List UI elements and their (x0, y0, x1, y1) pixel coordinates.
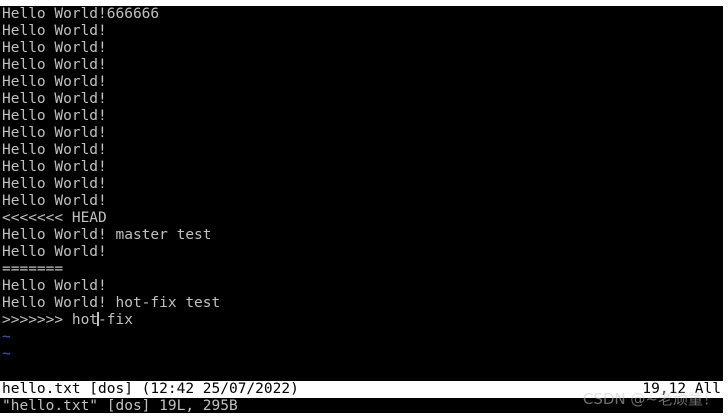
buffer-line-3: Hello World! (2, 40, 107, 56)
buffer-line-6: Hello World! (2, 91, 107, 107)
cursor-line-after: -fix (98, 312, 133, 328)
vim-command-line[interactable]: "hello.txt" [dos] 19L, 295B (2, 398, 238, 413)
buffer-line-18: Hello World! hot-fix test (2, 295, 221, 311)
buffer-line-17: Hello World! (2, 278, 107, 294)
buffer-line-1: Hello World!666666 (2, 6, 160, 22)
buffer-line-7: Hello World! (2, 108, 107, 124)
status-file-info: hello.txt [dos] (12:42 25/07/2022) (2, 381, 299, 397)
buffer-line-9: Hello World! (2, 142, 107, 158)
conflict-marker-head: <<<<<<< HEAD (2, 210, 107, 226)
buffer-line-5: Hello World! (2, 74, 107, 90)
empty-line-marker: ~ (2, 346, 11, 362)
buffer-line-15: Hello World! (2, 244, 107, 260)
csdn-watermark: CSDN @~老顽童！ (582, 390, 718, 408)
vim-text-buffer[interactable]: Hello World!666666 Hello World! Hello Wo… (2, 6, 721, 363)
vim-terminal-window[interactable]: Hello World!666666 Hello World! Hello Wo… (0, 6, 723, 413)
buffer-line-11: Hello World! (2, 176, 107, 192)
conflict-marker-hotfix: >>>>>>> hot-fix (2, 312, 721, 329)
buffer-line-14: Hello World! master test (2, 227, 212, 243)
buffer-line-2: Hello World! (2, 23, 107, 39)
conflict-separator: ======= (2, 261, 64, 277)
buffer-line-4: Hello World! (2, 57, 107, 73)
cursor-line-before: >>>>>>> hot (2, 312, 99, 328)
empty-line-marker: ~ (2, 329, 11, 345)
buffer-line-12: Hello World! (2, 193, 107, 209)
buffer-line-10: Hello World! (2, 159, 107, 175)
buffer-line-8: Hello World! (2, 125, 107, 141)
